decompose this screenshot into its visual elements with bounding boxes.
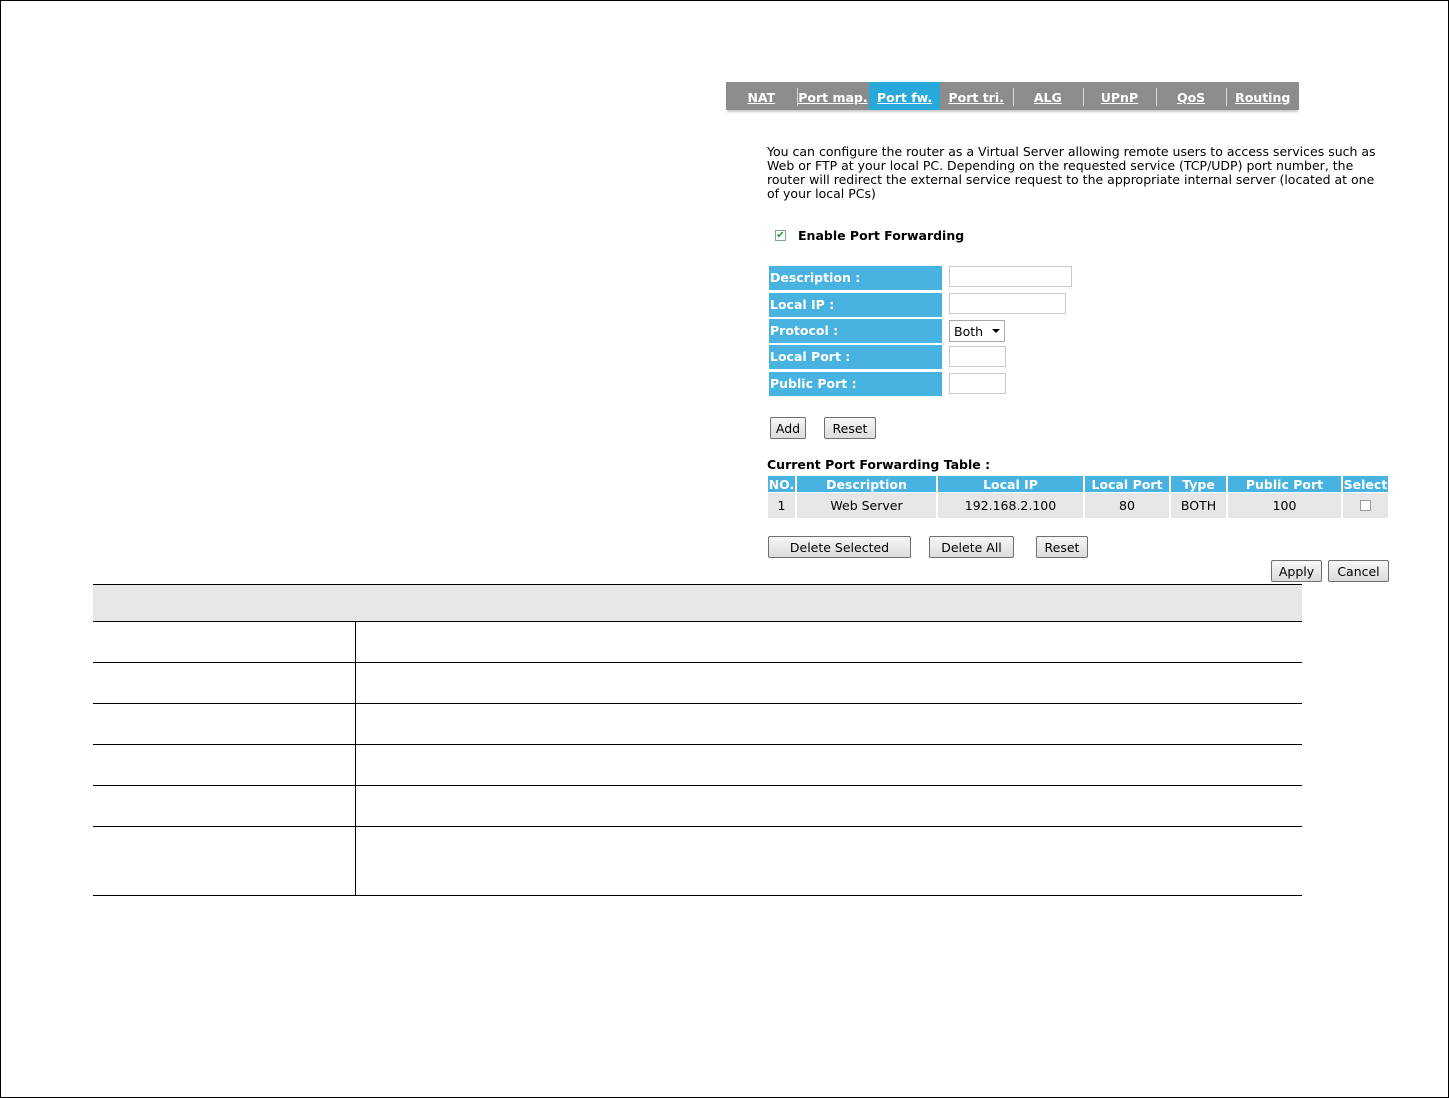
row-definition <box>355 826 1302 896</box>
tab-upnp[interactable]: UPnP <box>1083 82 1156 110</box>
description-label: Description : <box>769 266 942 290</box>
table-row <box>93 703 1302 745</box>
table-reset-button[interactable]: Reset <box>1036 536 1088 558</box>
local-ip-input[interactable] <box>949 293 1066 314</box>
col-no: NO. <box>768 476 795 492</box>
protocol-select[interactable]: Both <box>949 320 1005 342</box>
delete-all-button[interactable]: Delete All <box>929 536 1014 558</box>
enable-port-forwarding: ✔ Enable Port Forwarding <box>775 228 964 243</box>
tab-qos[interactable]: QoS <box>1155 82 1227 110</box>
col-type: Type <box>1171 476 1226 492</box>
row-definition <box>355 785 1302 827</box>
tab-bar: NAT Port map. Port fw. Port tri. ALG UPn… <box>726 82 1299 110</box>
table-row <box>93 621 1302 663</box>
row-term <box>93 662 356 704</box>
description-table-header <box>93 584 1302 622</box>
row-select-checkbox[interactable] <box>1360 500 1371 511</box>
row-term <box>93 703 356 745</box>
local-port-label: Local Port : <box>769 345 942 369</box>
table-row <box>93 785 1302 827</box>
form-reset-button[interactable]: Reset <box>824 417 876 439</box>
row-term <box>93 785 356 827</box>
enable-label: Enable Port Forwarding <box>798 228 965 243</box>
col-select: Select <box>1343 476 1388 492</box>
enable-checkbox[interactable]: ✔ <box>775 230 786 241</box>
apply-button[interactable]: Apply <box>1271 560 1322 582</box>
public-port-input[interactable] <box>949 373 1006 394</box>
row-definition <box>355 744 1302 786</box>
tab-routing[interactable]: Routing <box>1226 82 1299 110</box>
cell-public-port: 100 <box>1228 493 1341 518</box>
intro-text: You can configure the router as a Virtua… <box>767 144 1376 201</box>
tab-port-forwarding[interactable]: Port fw. <box>869 82 940 110</box>
local-ip-label: Local IP : <box>769 293 942 317</box>
row-definition <box>355 703 1302 745</box>
description-input[interactable] <box>949 266 1072 287</box>
add-button[interactable]: Add <box>770 417 806 439</box>
cell-type: BOTH <box>1171 493 1226 518</box>
tab-port-mapping[interactable]: Port map. <box>796 82 870 110</box>
cell-local-ip: 192.168.2.100 <box>938 493 1083 518</box>
row-definition <box>355 621 1302 663</box>
row-term <box>93 621 356 663</box>
delete-selected-button[interactable]: Delete Selected <box>768 536 911 558</box>
local-port-input[interactable] <box>949 346 1006 367</box>
public-port-label: Public Port : <box>769 372 942 396</box>
tab-port-triggering[interactable]: Port tri. <box>940 82 1013 110</box>
col-local-ip: Local IP <box>938 476 1083 492</box>
table-row <box>93 744 1302 786</box>
col-local-port: Local Port <box>1085 476 1169 492</box>
checkmark-icon: ✔ <box>776 229 785 241</box>
row-term <box>93 744 356 786</box>
cell-local-port: 80 <box>1085 493 1169 518</box>
col-description: Description <box>797 476 936 492</box>
protocol-selected-value: Both <box>954 323 984 339</box>
table-row: 1 Web Server 192.168.2.100 80 BOTH 100 <box>768 493 1390 518</box>
table-row <box>93 826 1302 896</box>
tab-alg[interactable]: ALG <box>1012 82 1084 110</box>
protocol-label: Protocol : <box>769 319 942 343</box>
chevron-down-icon <box>992 329 1000 333</box>
tab-nat[interactable]: NAT <box>726 82 797 110</box>
cancel-button[interactable]: Cancel <box>1328 560 1389 582</box>
table-header: NO. Description Local IP Local Port Type… <box>768 476 1390 492</box>
header-cell <box>93 584 1302 622</box>
cell-no: 1 <box>768 493 795 518</box>
description-table <box>93 584 1302 896</box>
col-public-port: Public Port <box>1228 476 1341 492</box>
row-definition <box>355 662 1302 704</box>
table-title: Current Port Forwarding Table : <box>767 457 991 472</box>
cell-description: Web Server <box>797 493 936 518</box>
cell-select <box>1343 493 1388 518</box>
table-row <box>93 662 1302 704</box>
row-term <box>93 826 356 896</box>
